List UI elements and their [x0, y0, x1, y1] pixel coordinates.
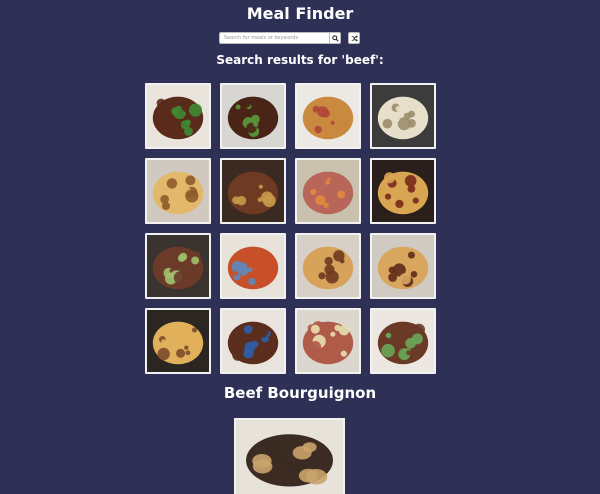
meal-tile-beef-stir-fry[interactable]: [145, 83, 211, 149]
results-heading: Search results for 'beef':: [216, 53, 384, 67]
meal-tile-corned-beef-cabbage[interactable]: [295, 308, 361, 374]
search-bar: [219, 32, 360, 44]
meal-tile-braised-brisket[interactable]: [220, 308, 286, 374]
search-icon: [331, 34, 339, 42]
meal-image: [222, 235, 284, 297]
meal-tile-beef-stew-pot[interactable]: [220, 158, 286, 224]
meal-finder-page: Meal Finder Search results for 'beef': B…: [0, 0, 600, 494]
random-meal-button[interactable]: [348, 32, 360, 44]
meal-image: [297, 85, 359, 147]
search-button[interactable]: [329, 32, 341, 44]
meal-image: [297, 235, 359, 297]
meal-tile-beef-onion-stir-fry[interactable]: [220, 83, 286, 149]
meal-tile-beef-stroganoff[interactable]: [370, 83, 436, 149]
meal-image: [297, 160, 359, 222]
meal-tile-beef-empanadas[interactable]: [145, 308, 211, 374]
meal-image: [222, 310, 284, 372]
selected-meal-title: Beef Bourguignon: [223, 384, 377, 402]
meal-tile-beef-potato-stew[interactable]: [220, 233, 286, 299]
shuffle-icon: [351, 34, 358, 42]
meal-image: [297, 310, 359, 372]
meal-image: [147, 310, 209, 372]
meal-image: [147, 85, 209, 147]
meal-image: [222, 160, 284, 222]
search-input[interactable]: [219, 32, 329, 44]
selected-meal-image: [234, 418, 345, 494]
app-title: Meal Finder: [246, 4, 354, 23]
meal-tile-beef-ale-pie[interactable]: [370, 233, 436, 299]
meal-tile-beef-rice-bowl[interactable]: [370, 308, 436, 374]
meal-tile-beef-dumpling-stew[interactable]: [370, 158, 436, 224]
meal-tile-beef-brisket-plate[interactable]: [145, 233, 211, 299]
meal-image: [372, 235, 434, 297]
meal-tile-beef-pie[interactable]: [145, 158, 211, 224]
meals-grid: [145, 83, 436, 374]
meal-image: [147, 235, 209, 297]
meal-image: [372, 310, 434, 372]
meal-image: [222, 85, 284, 147]
meal-tile-steak-pie[interactable]: [295, 233, 361, 299]
meal-tile-beef-wellington[interactable]: [295, 83, 361, 149]
meal-image: [147, 160, 209, 222]
meal-tile-roast-beef[interactable]: [295, 158, 361, 224]
selected-meal-photo: [236, 420, 343, 494]
meal-image: [372, 160, 434, 222]
meal-image: [372, 85, 434, 147]
